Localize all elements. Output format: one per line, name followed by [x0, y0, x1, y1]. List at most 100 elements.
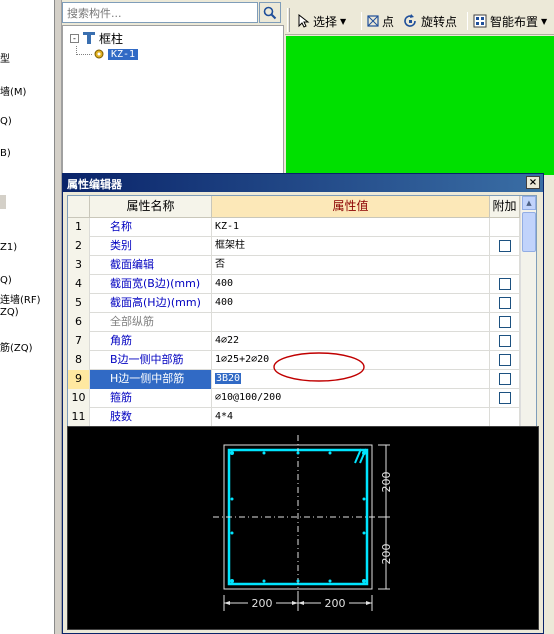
property-value-text: 3B20	[215, 373, 242, 384]
toolbar-separator	[467, 12, 468, 30]
search-button[interactable]	[259, 2, 281, 23]
attach-checkbox[interactable]	[499, 335, 511, 347]
smart-layout-icon	[473, 14, 487, 28]
tree-node-kz1[interactable]: KZ-1	[93, 46, 139, 62]
collapse-icon[interactable]: -	[70, 33, 79, 43]
row-number: 11	[68, 408, 90, 427]
search-input[interactable]: 搜索构件...	[62, 2, 258, 23]
property-name[interactable]: H边一侧中部筋	[90, 370, 212, 389]
property-row[interactable]: 5 截面高(H边)(mm) 400	[68, 294, 520, 313]
property-name[interactable]: 名称	[90, 218, 212, 237]
row-number: 3	[68, 256, 90, 275]
property-name[interactable]: 截面编辑	[90, 256, 212, 275]
row-number: 8	[68, 351, 90, 370]
row-number: 7	[68, 332, 90, 351]
property-value[interactable]	[212, 313, 490, 332]
property-value[interactable]: 4*4	[212, 408, 490, 427]
property-name[interactable]: 截面宽(B边)(mm)	[90, 275, 212, 294]
attach-cell	[490, 256, 520, 275]
attach-checkbox[interactable]	[499, 373, 511, 385]
component-tree-panel: 型 墙(M) Q) B) Z1) Q) 连墙(RF) ZQ) 筋(ZQ)	[0, 0, 55, 634]
attach-checkbox[interactable]	[499, 278, 511, 290]
drawing-canvas[interactable]	[286, 36, 554, 175]
header-property-name[interactable]: 属性名称	[90, 196, 212, 218]
row-number: 1	[68, 218, 90, 237]
property-value[interactable]: ⌀10@100/200	[212, 389, 490, 408]
attach-checkbox[interactable]	[499, 240, 511, 252]
rotate-point-button[interactable]: 旋转点	[403, 11, 457, 31]
row-number: 10	[68, 389, 90, 408]
row-number: 4	[68, 275, 90, 294]
attach-checkbox[interactable]	[499, 354, 511, 366]
property-value-text: 4⌀22	[215, 335, 240, 346]
property-name[interactable]: 角筋	[90, 332, 212, 351]
tree-node-frame-column[interactable]: - 框柱	[70, 30, 123, 46]
point-button[interactable]: 点	[367, 11, 394, 31]
property-row[interactable]: 2 类别 框架柱	[68, 237, 520, 256]
attach-cell	[490, 370, 520, 389]
select-label: 选择	[313, 14, 338, 29]
property-row[interactable]: 11 肢数 4*4	[68, 408, 520, 427]
property-row[interactable]: 6 全部纵筋	[68, 313, 520, 332]
tree-item[interactable]: 连墙(RF)	[0, 291, 41, 306]
attach-cell	[490, 389, 520, 408]
property-row[interactable]: 4 截面宽(B边)(mm) 400	[68, 275, 520, 294]
property-value[interactable]: 400	[212, 294, 490, 313]
property-value-text: 1⌀25+2⌀20	[215, 354, 270, 365]
toolbar-separator	[361, 12, 362, 30]
search-icon	[263, 6, 277, 19]
property-row[interactable]: 7 角筋 4⌀22	[68, 332, 520, 351]
property-name[interactable]: 截面高(H边)(mm)	[90, 294, 212, 313]
property-row[interactable]: 10 箍筋 ⌀10@100/200	[68, 389, 520, 408]
attach-cell	[490, 294, 520, 313]
property-name[interactable]: B边一侧中部筋	[90, 351, 212, 370]
attach-cell	[490, 275, 520, 294]
tree-item[interactable]: 筋(ZQ)	[0, 339, 33, 354]
header-attach[interactable]: 附加	[490, 196, 520, 218]
attach-cell	[490, 313, 520, 332]
property-value[interactable]: 否	[212, 256, 490, 275]
tree-item[interactable]: Z1)	[0, 242, 17, 253]
tree-item[interactable]: ZQ)	[0, 307, 19, 318]
attach-checkbox[interactable]	[499, 316, 511, 328]
dim-label-vertical-bottom: 200	[380, 544, 393, 565]
tree-item[interactable]: B)	[0, 148, 11, 159]
attach-checkbox[interactable]	[499, 392, 511, 404]
row-number: 5	[68, 294, 90, 313]
drawing-toolbar: 选择 ▼ 点 旋转点 智能布置 ▼	[285, 0, 554, 35]
attach-checkbox[interactable]	[499, 297, 511, 309]
smart-layout-button[interactable]: 智能布置 ▼	[473, 11, 547, 31]
tree-item[interactable]: 墙(M)	[0, 83, 26, 98]
property-row[interactable]: 1 名称 KZ-1	[68, 218, 520, 237]
property-name[interactable]: 全部纵筋	[90, 313, 212, 332]
point-label: 点	[382, 14, 395, 29]
attach-cell	[490, 332, 520, 351]
panel-splitter[interactable]	[55, 0, 62, 634]
tree-item[interactable]: Q)	[0, 116, 12, 127]
property-editor-titlebar[interactable]: 属性编辑器 ×	[63, 174, 543, 192]
property-value[interactable]: 框架柱	[212, 237, 490, 256]
column-icon	[83, 32, 95, 44]
cursor-arrow-icon	[298, 14, 310, 28]
property-name[interactable]: 肢数	[90, 408, 212, 427]
property-value[interactable]: 4⌀22	[212, 332, 490, 351]
property-name[interactable]: 类别	[90, 237, 212, 256]
property-value-text: ⌀10@100/200	[215, 392, 282, 403]
column-section-drawing: 200 200 200 200	[213, 435, 393, 611]
property-name[interactable]: 箍筋	[90, 389, 212, 408]
tree-node-label: KZ-1	[108, 48, 139, 60]
scroll-up-icon[interactable]: ▲	[522, 196, 536, 210]
property-value-text: 400	[215, 278, 234, 289]
header-property-value[interactable]: 属性值	[212, 196, 490, 218]
close-icon[interactable]: ×	[526, 176, 540, 189]
scroll-thumb[interactable]	[522, 212, 536, 252]
select-button[interactable]: 选择 ▼	[298, 11, 346, 31]
tree-item[interactable]: 型	[0, 50, 10, 65]
dropdown-arrow-icon: ▼	[340, 16, 347, 26]
property-row[interactable]: 3 截面编辑否	[68, 256, 520, 275]
property-value[interactable]: 400	[212, 275, 490, 294]
toolbar-grip[interactable]	[287, 8, 290, 32]
tree-item[interactable]: Q)	[0, 275, 12, 286]
property-value[interactable]: KZ-1	[212, 218, 490, 237]
annotation-ellipse	[273, 352, 365, 382]
